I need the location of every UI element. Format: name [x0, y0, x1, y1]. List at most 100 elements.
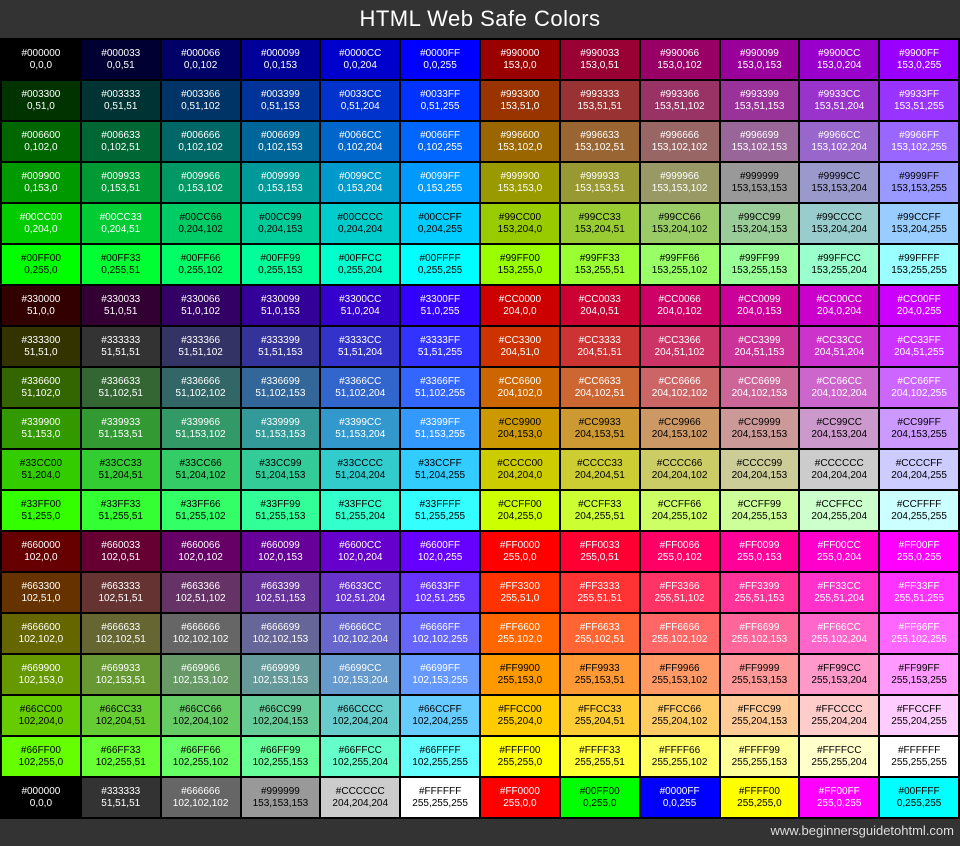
swatch-hex: #0000FF [420, 48, 460, 60]
color-swatch: #FFFFFF255,255,255 [400, 777, 480, 818]
footer-url: www.beginnersguidetohtml.com [0, 819, 960, 846]
swatch-hex: #CC6699 [738, 376, 780, 388]
color-swatch: #6699CC102,153,204 [320, 654, 400, 695]
swatch-rgb: 153,153,0 [498, 183, 543, 195]
color-swatch: #66FF00102,255,0 [1, 736, 81, 777]
color-swatch: #33FF6651,255,102 [161, 490, 241, 531]
swatch-rgb: 153,204,153 [732, 224, 788, 236]
swatch-hex: #333333 [101, 335, 140, 347]
swatch-rgb: 51,204,51 [98, 470, 143, 482]
swatch-hex: #FFFF33 [579, 745, 620, 757]
swatch-hex: #FF3300 [500, 581, 540, 593]
color-swatch: #0066990,102,153 [241, 121, 321, 162]
swatch-hex: #FFCC33 [578, 704, 621, 716]
swatch-hex: #CC6600 [499, 376, 541, 388]
color-swatch: #99FF33153,255,51 [560, 244, 640, 285]
swatch-rgb: 204,255,102 [652, 511, 708, 523]
color-swatch: #FF0033255,0,51 [560, 531, 640, 572]
color-swatch: #0066660,102,102 [161, 121, 241, 162]
swatch-hex: #CCFF00 [498, 499, 541, 511]
color-swatch: #0033000,51,0 [1, 80, 81, 121]
swatch-hex: #9933CC [818, 89, 860, 101]
swatch-rgb: 255,153,51 [575, 675, 625, 687]
color-swatch: #CC99FF204,153,255 [879, 408, 959, 449]
color-swatch: #00FFFF0,255,255 [879, 777, 959, 818]
swatch-rgb: 255,204,51 [575, 716, 625, 728]
color-swatch: #33CCFF51,204,255 [400, 449, 480, 490]
swatch-rgb: 204,102,204 [811, 388, 867, 400]
swatch-hex: #FF9999 [739, 663, 779, 675]
swatch-rgb: 153,153,51 [575, 183, 625, 195]
color-swatch: #663333102,51,51 [81, 572, 161, 613]
color-swatch: #9966FF153,102,255 [879, 121, 959, 162]
color-swatch: #666666102,102,102 [161, 777, 241, 818]
color-swatch: #FFCC00255,204,0 [480, 695, 560, 736]
color-swatch: #FF0099255,0,153 [720, 531, 800, 572]
color-swatch: #33990051,153,0 [1, 408, 81, 449]
swatch-rgb: 0,153,204 [338, 183, 383, 195]
swatch-hex: #33CC66 [179, 458, 221, 470]
swatch-rgb: 255,204,0 [498, 716, 543, 728]
color-swatch: #FFFFFF255,255,255 [879, 736, 959, 777]
color-swatch: #FFFF66255,255,102 [640, 736, 720, 777]
color-swatch: #CC3399204,51,153 [720, 326, 800, 367]
color-swatch: #669933102,153,51 [81, 654, 161, 695]
swatch-rgb: 204,51,0 [500, 347, 539, 359]
color-swatch: #6633CC102,51,204 [320, 572, 400, 613]
swatch-rgb: 255,0,0 [503, 552, 536, 564]
color-swatch: #33FFCC51,255,204 [320, 490, 400, 531]
color-swatch: #FF9999255,153,153 [720, 654, 800, 695]
swatch-hex: #990000 [500, 48, 539, 60]
swatch-hex: #FF0066 [660, 540, 700, 552]
color-swatch: #0066330,102,51 [81, 121, 161, 162]
color-swatch: #00CCCC0,204,204 [320, 203, 400, 244]
swatch-rgb: 204,153,51 [575, 429, 625, 441]
color-swatch: #0066FF0,102,255 [400, 121, 480, 162]
swatch-hex: #996600 [500, 130, 539, 142]
swatch-hex: #333366 [181, 335, 220, 347]
swatch-hex: #003399 [261, 89, 300, 101]
color-swatch: #FF33FF255,51,255 [879, 572, 959, 613]
color-swatch: #666699102,102,153 [241, 613, 321, 654]
swatch-hex: #666666 [181, 622, 220, 634]
color-swatch: #FF99CC255,153,204 [799, 654, 879, 695]
swatch-hex: #CCFF33 [578, 499, 621, 511]
swatch-hex: #336666 [181, 376, 220, 388]
swatch-hex: #0099FF [420, 171, 460, 183]
swatch-rgb: 0,255,0 [583, 798, 616, 810]
swatch-hex: #CCFFCC [816, 499, 863, 511]
swatch-rgb: 51,102,51 [98, 388, 143, 400]
swatch-hex: #999900 [500, 171, 539, 183]
swatch-rgb: 153,102,204 [811, 142, 867, 154]
color-swatch: #66FF99102,255,153 [241, 736, 321, 777]
swatch-hex: #339966 [181, 417, 220, 429]
color-swatch: #66FF33102,255,51 [81, 736, 161, 777]
swatch-rgb: 102,51,153 [255, 593, 305, 605]
color-swatch: #66FF66102,255,102 [161, 736, 241, 777]
color-swatch: #0000330,0,51 [81, 39, 161, 80]
swatch-hex: #006633 [101, 130, 140, 142]
swatch-rgb: 0,255,204 [338, 265, 383, 277]
color-swatch: #0000000,0,0 [1, 39, 81, 80]
swatch-rgb: 51,51,153 [258, 347, 303, 359]
swatch-hex: #FF0000 [500, 540, 540, 552]
color-swatch: #CC33FF204,51,255 [879, 326, 959, 367]
color-swatch: #993333153,51,51 [560, 80, 640, 121]
color-swatch: #33CC3351,204,51 [81, 449, 161, 490]
color-swatch: #CC33CC204,51,204 [799, 326, 879, 367]
swatch-rgb: 51,153,51 [98, 429, 143, 441]
swatch-hex: #CC9900 [499, 417, 541, 429]
swatch-hex: #990033 [580, 48, 619, 60]
swatch-hex: #993333 [580, 89, 619, 101]
swatch-rgb: 0,51,153 [261, 101, 300, 113]
swatch-hex: #33CCFF [418, 458, 461, 470]
swatch-rgb: 153,0,102 [657, 60, 702, 72]
swatch-rgb: 102,255,102 [173, 757, 229, 769]
swatch-rgb: 0,153,153 [258, 183, 303, 195]
color-swatch: #9900CC153,0,204 [799, 39, 879, 80]
color-swatch: #0033990,51,153 [241, 80, 321, 121]
color-swatch: #FF3399255,51,153 [720, 572, 800, 613]
swatch-rgb: 102,204,51 [96, 716, 146, 728]
swatch-rgb: 51,102,102 [176, 388, 226, 400]
swatch-hex: #CCCC33 [577, 458, 623, 470]
